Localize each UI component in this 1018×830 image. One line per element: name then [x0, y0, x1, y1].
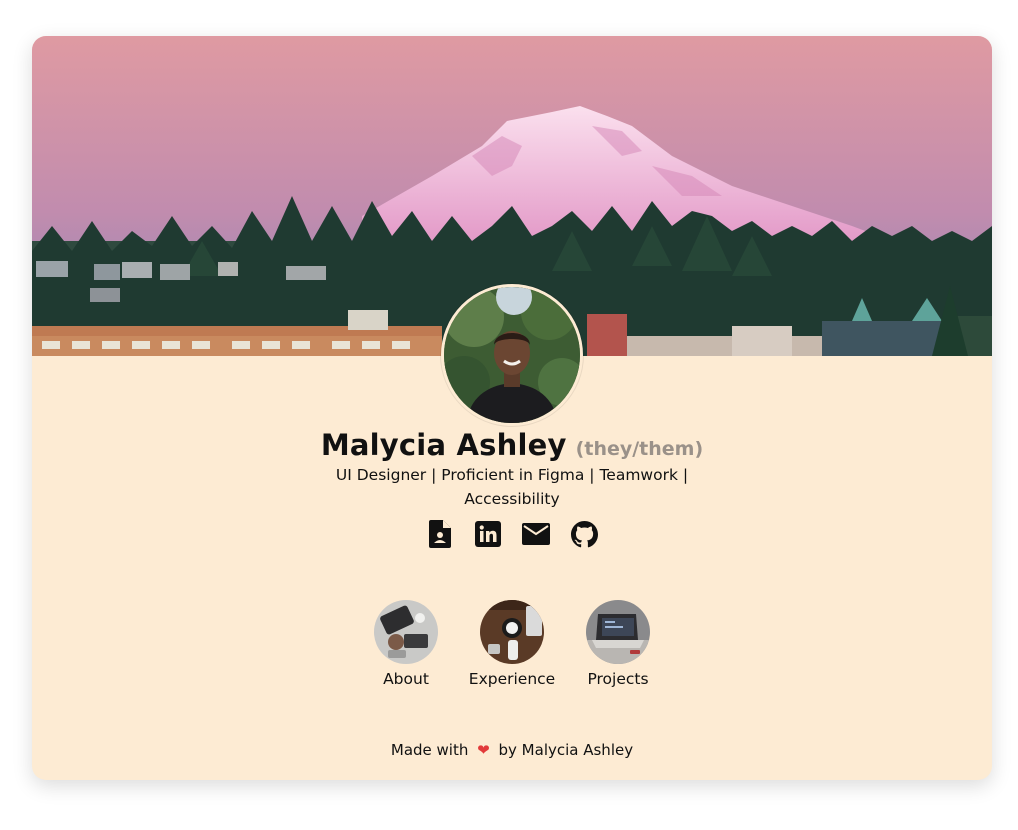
footer-prefix: Made with: [390, 741, 469, 759]
heart-icon: ❤: [477, 741, 490, 759]
nav-item-about[interactable]: About: [368, 600, 444, 688]
experience-thumbnail: [480, 600, 544, 664]
profile-card: Malycia Ashley (they/them) UI Designer |…: [32, 36, 992, 780]
name-row: Malycia Ashley (they/them): [32, 428, 992, 462]
nav-item-experience[interactable]: Experience: [469, 600, 555, 688]
nav-label-projects: Projects: [587, 670, 649, 688]
footer: Made with ❤ by Malycia Ashley: [32, 741, 992, 759]
profile-name: Malycia Ashley: [320, 428, 567, 462]
profile-avatar: [441, 284, 583, 426]
nav-label-experience: Experience: [468, 670, 556, 688]
projects-thumbnail: [586, 600, 650, 664]
email-icon: [522, 523, 550, 549]
section-nav: About Experience Projects: [32, 600, 992, 688]
about-thumbnail: [374, 600, 438, 664]
linkedin-icon: [475, 521, 501, 551]
nav-label-about: About: [383, 670, 429, 688]
linkedin-link[interactable]: [474, 521, 502, 551]
email-link[interactable]: [522, 522, 550, 550]
github-link[interactable]: [570, 520, 598, 552]
resume-icon: [429, 520, 451, 552]
nav-item-projects[interactable]: Projects: [580, 600, 656, 688]
social-links: [32, 520, 992, 552]
profile-tagline: UI Designer | Proficient in Figma | Team…: [335, 466, 689, 508]
footer-suffix: by Malycia Ashley: [498, 741, 634, 759]
profile-pronouns: (they/them): [575, 438, 704, 460]
github-icon: [570, 520, 598, 552]
resume-link[interactable]: [426, 520, 454, 552]
